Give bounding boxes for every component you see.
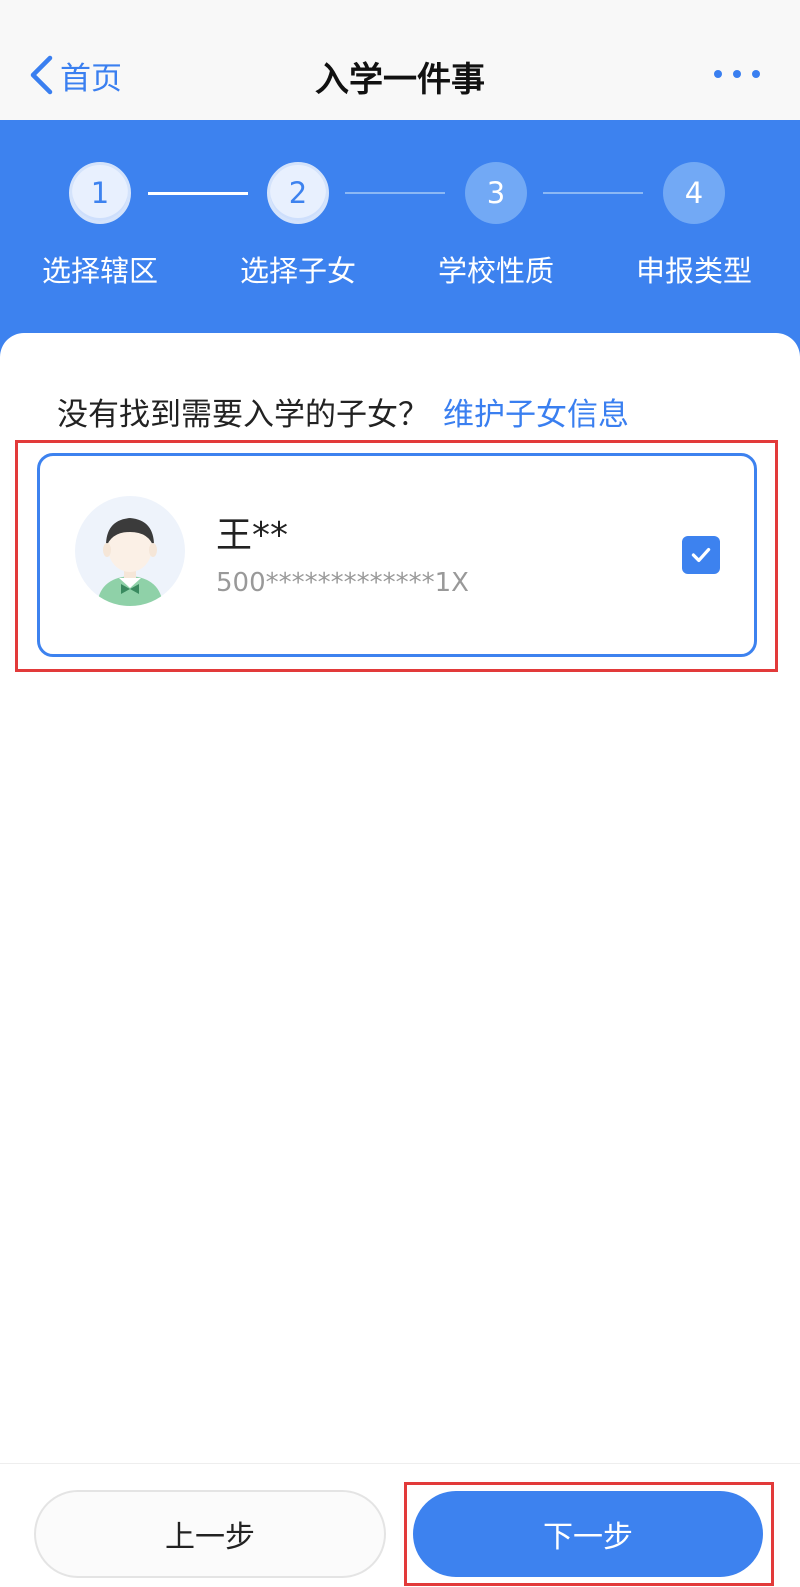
step-2-label: 选择子女 xyxy=(239,254,356,288)
checkmark-icon[interactable] xyxy=(682,536,720,574)
step-2-circle: 2 xyxy=(267,162,329,224)
highlight-frame: 王** 500*************1X xyxy=(15,440,778,672)
step-3-label: 学校性质 xyxy=(437,254,554,288)
step-1: 1 选择辖区 xyxy=(0,162,200,290)
step-4-label: 申报类型 xyxy=(635,254,752,288)
previous-step-button[interactable]: 上一步 xyxy=(34,1490,386,1578)
step-2: 2 选择子女 xyxy=(198,162,398,290)
next-highlight-frame: 下一步 xyxy=(404,1482,774,1586)
child-card[interactable]: 王** 500*************1X xyxy=(37,453,757,657)
child-id-number: 500*************1X xyxy=(216,568,469,598)
step-4-circle: 4 xyxy=(663,162,725,224)
step-3-circle: 3 xyxy=(465,162,527,224)
main-panel: 没有找到需要入学的子女？ 维护子女信息 王** 500*************… xyxy=(0,333,800,1463)
child-not-found-hint: 没有找到需要入学的子女？ 维护子女信息 xyxy=(57,389,629,434)
maintain-child-info-link[interactable]: 维护子女信息 xyxy=(443,397,629,433)
step-1-label: 选择辖区 xyxy=(41,254,158,288)
nav-bar: 首页 入学一件事 xyxy=(0,0,800,120)
more-dots-icon[interactable] xyxy=(714,60,760,88)
footer-bar: 上一步 下一步 xyxy=(0,1463,800,1587)
page-title: 入学一件事 xyxy=(315,60,485,100)
next-step-button[interactable]: 下一步 xyxy=(413,1491,763,1577)
child-avatar-icon xyxy=(75,496,185,606)
step-1-circle: 1 xyxy=(69,162,131,224)
step-3: 3 学校性质 xyxy=(396,162,596,290)
step-4: 4 申报类型 xyxy=(594,162,794,290)
child-name: 王** xyxy=(216,515,289,556)
hint-text: 没有找到需要入学的子女？ xyxy=(57,397,429,433)
